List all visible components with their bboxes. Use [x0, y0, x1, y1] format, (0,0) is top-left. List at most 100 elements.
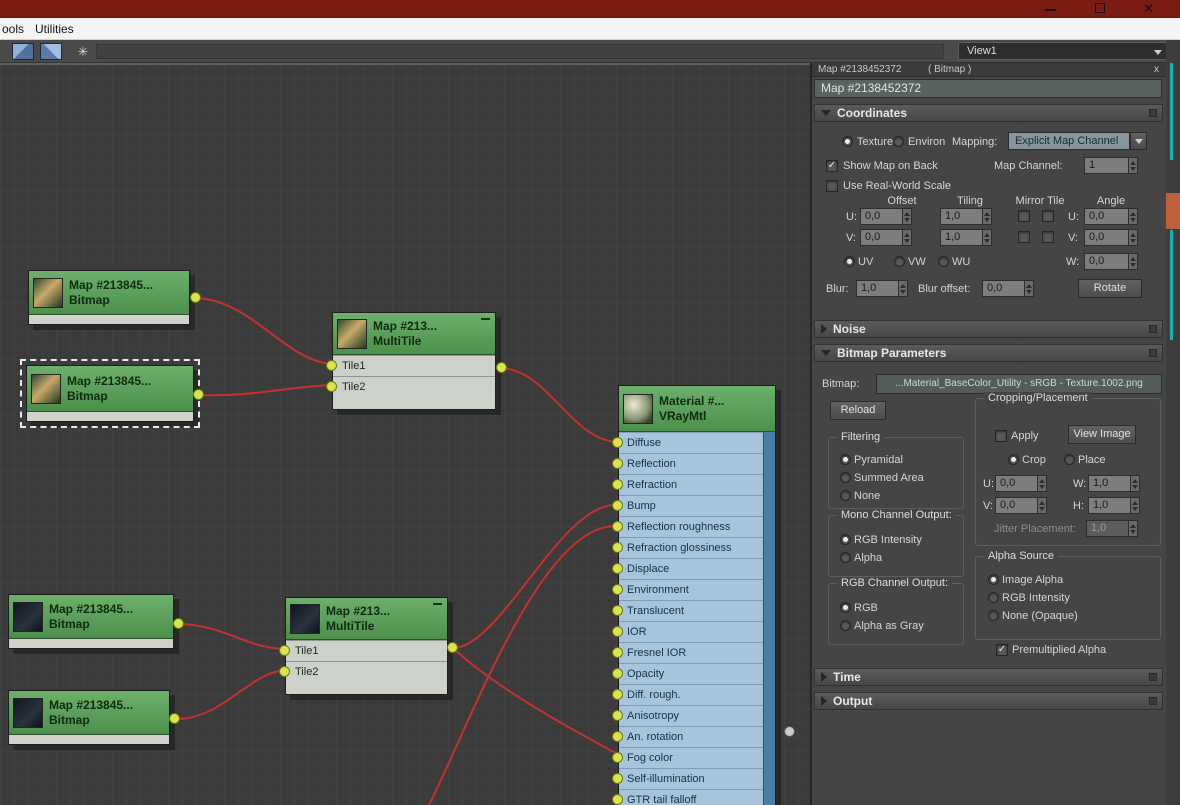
rollout-pin-icon[interactable] — [1149, 673, 1157, 681]
material-slot[interactable]: GTR tail falloff — [612, 789, 775, 805]
tile-slot[interactable]: Tile1 — [326, 355, 495, 376]
image-alpha-radio[interactable] — [988, 574, 999, 585]
input-socket[interactable] — [612, 500, 623, 511]
mapping-dropdown[interactable]: Explicit Map Channel — [1008, 132, 1130, 150]
input-socket[interactable] — [326, 360, 337, 371]
spinner-arrows-icon[interactable] — [898, 281, 907, 296]
rollout-noise[interactable]: Noise — [814, 320, 1163, 338]
tile-u-checkbox[interactable] — [1042, 210, 1054, 222]
panel-close-icon[interactable]: x — [1154, 64, 1159, 75]
wire[interactable] — [501, 367, 616, 443]
offset-v-spinner[interactable]: 0,0 — [860, 229, 912, 246]
docked-tool-icon[interactable] — [1166, 193, 1180, 229]
close-button[interactable]: ✕ — [1135, 0, 1165, 18]
rollout-pin-icon[interactable] — [1149, 325, 1157, 333]
wire[interactable] — [198, 384, 333, 397]
bitmap-node-1[interactable]: Map #213845... Bitmap — [28, 270, 190, 325]
rollout-bitmap-parameters[interactable]: Bitmap Parameters — [814, 344, 1163, 362]
wu-radio[interactable] — [938, 256, 949, 267]
input-socket[interactable] — [612, 605, 623, 616]
input-socket[interactable] — [612, 752, 623, 763]
material-slot[interactable]: Bump — [612, 495, 775, 516]
input-socket[interactable] — [612, 773, 623, 784]
material-slot[interactable]: Translucent — [612, 600, 775, 621]
tile-slot[interactable]: Tile1 — [279, 640, 447, 661]
node-graph-canvas[interactable]: Map #213845... Bitmap Map #213845... Bit… — [0, 63, 810, 805]
show-map-on-back-checkbox[interactable] — [826, 160, 838, 172]
spinner-arrows-icon[interactable] — [982, 209, 991, 224]
multitile-node-2[interactable]: Map #213... MultiTile Tile1 Tile2 — [279, 597, 448, 695]
node-resize-strip[interactable] — [763, 432, 775, 805]
input-socket[interactable] — [612, 731, 623, 742]
blur-spinner[interactable]: 1,0 — [856, 280, 908, 297]
crop-w-spinner[interactable]: 1,0 — [1088, 475, 1140, 492]
input-socket[interactable] — [612, 794, 623, 805]
none-filter-radio[interactable] — [840, 490, 851, 501]
rollout-pin-icon[interactable] — [1149, 109, 1157, 117]
wire[interactable] — [452, 504, 616, 649]
material-slot[interactable]: Reflection roughness — [612, 516, 775, 537]
material-slot[interactable]: Anisotropy — [612, 705, 775, 726]
output-socket[interactable] — [447, 642, 458, 653]
tile-v-checkbox[interactable] — [1042, 231, 1054, 243]
use-real-world-scale-checkbox[interactable] — [826, 180, 838, 192]
mirror-u-checkbox[interactable] — [1018, 210, 1030, 222]
blur-offset-spinner[interactable]: 0,0 — [982, 280, 1034, 297]
tile-slot[interactable]: Tile2 — [326, 376, 495, 397]
mirror-v-checkbox[interactable] — [1018, 231, 1030, 243]
input-socket[interactable] — [612, 458, 623, 469]
spinner-arrows-icon[interactable] — [982, 230, 991, 245]
crop-u-spinner[interactable]: 0,0 — [995, 475, 1047, 492]
material-slot[interactable]: Diff. rough. — [612, 684, 775, 705]
angle-w-spinner[interactable]: 0,0 — [1084, 253, 1138, 270]
material-slot[interactable]: Refraction — [612, 474, 775, 495]
input-socket[interactable] — [612, 710, 623, 721]
mapping-dropdown-arrow[interactable] — [1130, 132, 1147, 150]
rgb-radio[interactable] — [840, 602, 851, 613]
menu-item-tools[interactable]: ools — [2, 22, 24, 36]
input-socket[interactable] — [612, 542, 623, 553]
tile-slot[interactable]: Tile2 — [279, 661, 447, 682]
material-slot[interactable]: Environment — [612, 579, 775, 600]
offset-u-spinner[interactable]: 0,0 — [860, 208, 912, 225]
angle-v-spinner[interactable]: 0,0 — [1084, 229, 1138, 246]
alpha-as-gray-radio[interactable] — [840, 620, 851, 631]
jitter-placement-spinner[interactable]: 1,0 — [1086, 520, 1138, 537]
material-slot[interactable]: Refraction glossiness — [612, 537, 775, 558]
input-socket[interactable] — [279, 645, 290, 656]
bitmap-node-3[interactable]: Map #213845... Bitmap — [8, 594, 174, 649]
spinner-arrows-icon[interactable] — [1037, 498, 1046, 513]
pyramidal-radio[interactable] — [840, 454, 851, 465]
bitmap-node-4[interactable]: Map #213845... Bitmap — [8, 690, 170, 745]
output-socket[interactable] — [169, 713, 180, 724]
spinner-arrows-icon[interactable] — [1128, 158, 1137, 173]
spinner-arrows-icon[interactable] — [1130, 476, 1139, 491]
input-socket[interactable] — [612, 668, 623, 679]
input-socket[interactable] — [279, 666, 290, 677]
crop-radio[interactable] — [1008, 454, 1019, 465]
rgb-intensity-radio[interactable] — [840, 534, 851, 545]
output-socket[interactable] — [173, 618, 184, 629]
wire[interactable] — [195, 297, 333, 365]
output-socket[interactable] — [496, 362, 507, 373]
maximize-button[interactable] — [1085, 0, 1115, 18]
uv-radio[interactable] — [844, 256, 855, 267]
map-channel-spinner[interactable]: 1 — [1084, 157, 1138, 174]
rollout-output[interactable]: Output — [814, 692, 1163, 710]
rollout-coordinates[interactable]: Coordinates — [814, 104, 1163, 122]
input-socket[interactable] — [612, 584, 623, 595]
premultiplied-alpha-checkbox[interactable] — [996, 644, 1008, 656]
spinner-arrows-icon[interactable] — [1037, 476, 1046, 491]
vraymtl-node[interactable]: Material #... VRayMtl Diffuse Reflection… — [612, 385, 776, 805]
view-selector-dropdown[interactable]: View1 — [958, 42, 1168, 60]
material-slot[interactable]: Self-illumination — [612, 768, 775, 789]
input-socket[interactable] — [612, 647, 623, 658]
move-tool-icon[interactable]: ✳ — [72, 43, 94, 60]
minimize-button[interactable] — [1035, 0, 1065, 18]
multitile-node-1[interactable]: Map #213... MultiTile Tile1 Tile2 — [326, 312, 496, 410]
view-image-button[interactable]: View Image — [1068, 425, 1136, 444]
material-slot[interactable]: Reflection — [612, 453, 775, 474]
spinner-arrows-icon[interactable] — [1128, 209, 1137, 224]
node-collapse-icon[interactable] — [433, 603, 442, 605]
material-slot[interactable]: Fog color — [612, 747, 775, 768]
